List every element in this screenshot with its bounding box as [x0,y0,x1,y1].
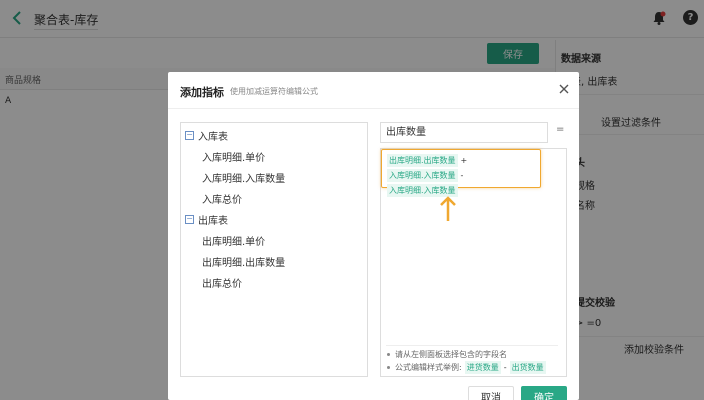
hints-divider [386,345,558,346]
tree-item[interactable]: 出库明细.出库数量 [202,254,285,269]
arrow-up-icon [440,196,456,221]
tree-item[interactable]: 入库明细.入库数量 [202,170,285,185]
collapse-icon[interactable]: − [185,131,194,140]
tree-group-label: 入库表 [198,132,228,143]
tree-item[interactable]: 入库总价 [202,191,242,206]
example-tag: 出货数量 [509,361,546,374]
tree-item[interactable]: 入库明细.单价 [202,149,265,164]
example-tag: 进货数量 [464,361,501,374]
minus-operator: - [460,171,464,180]
tree-item[interactable]: 出库明细.单价 [202,233,265,248]
tree-group-inbound[interactable]: − 入库表 [185,128,228,143]
example-operator: - [503,363,507,372]
cancel-button[interactable]: 取消 [468,386,514,400]
hint-line: 请从左侧面板选择包含的字段名 [387,349,507,360]
confirm-button[interactable]: 确定 [521,386,567,400]
hint-line: 公式编辑样式举例: 进货数量 - 出货数量 [387,361,546,374]
field-tree-panel: − 入库表 入库明细.单价 入库明细.入库数量 入库总价 − 出库表 出库明细.… [180,122,368,377]
formula-box[interactable]: 出库明细.出库数量 +入库明细.入库数量 - 入库明细.入库数量 [381,149,541,197]
metric-name-input[interactable]: 出库数量 [380,122,548,143]
dialog-title: 添加指标 [180,86,224,99]
plus-operator: + [460,156,468,165]
tree-item[interactable]: 出库总价 [202,275,242,290]
formula-field-tag[interactable]: 入库明细.入库数量 [387,169,458,182]
tree-group-outbound[interactable]: − 出库表 [185,212,228,227]
bullet [387,366,390,369]
formula-editor[interactable]: 出库明细.出库数量 +入库明细.入库数量 - 入库明细.入库数量 请从左侧面板选择包… [380,148,567,377]
tree-group-label: 出库表 [198,216,228,227]
formula-field-tag[interactable]: 出库明细.出库数量 [387,154,458,167]
add-metric-dialog: 添加指标 使用加减运算符编辑公式 − 入库表 入库明细.单价 入库明细.入库数量… [168,72,579,400]
dialog-divider [168,108,579,109]
bullet [387,353,390,356]
equals-sign: = [556,124,565,135]
collapse-icon[interactable]: − [185,215,194,224]
hint-text: 请从左侧面板选择包含的字段名 [395,350,507,359]
dialog-subtitle: 使用加减运算符编辑公式 [230,87,318,96]
close-icon[interactable] [558,83,570,95]
hint-text: 公式编辑样式举例: [395,363,462,372]
